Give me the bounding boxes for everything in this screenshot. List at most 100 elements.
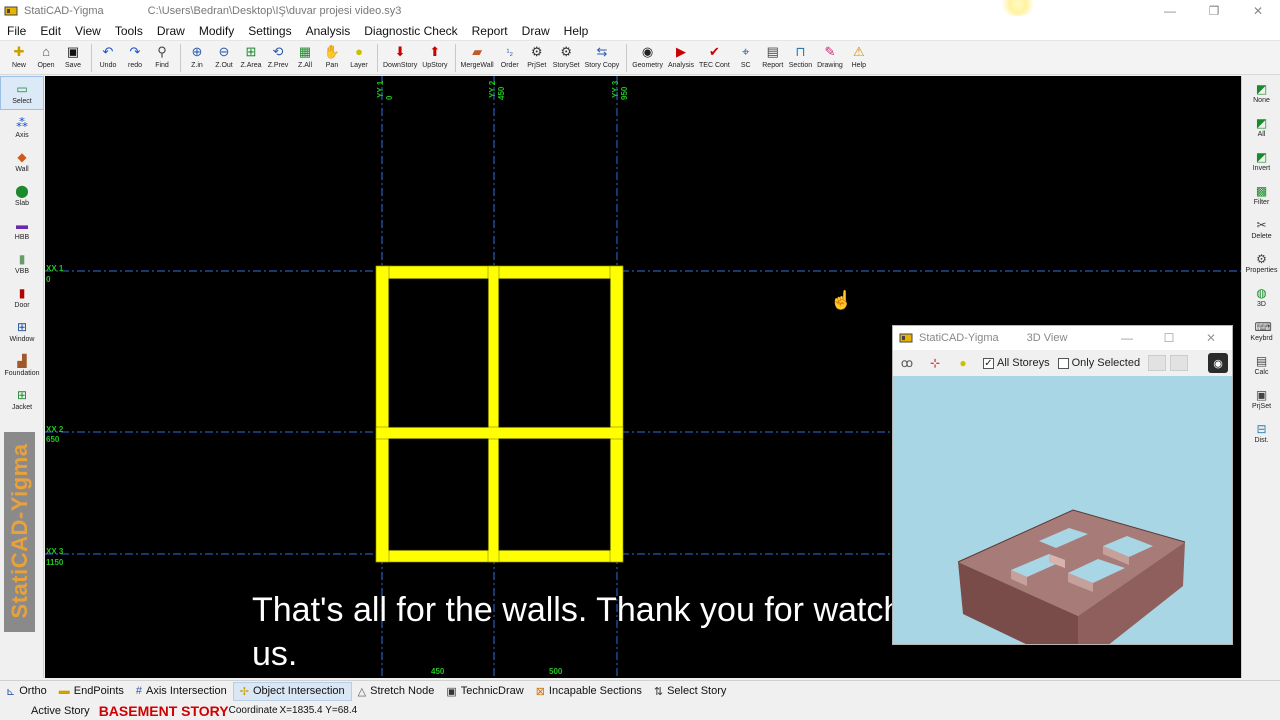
menu-file[interactable]: File [0, 22, 33, 41]
wall-top[interactable] [375, 265, 624, 280]
properties-button[interactable]: ⚙ Properties [1242, 246, 1280, 280]
3d-view-title: 3D View [1026, 332, 1068, 344]
only-selected-checkbox[interactable]: Only Selected [1057, 357, 1140, 369]
layer-bulb-icon: ● [355, 44, 363, 59]
undo-button[interactable]: ↶ Undo [97, 41, 119, 69]
maximize-button[interactable]: ❐ [1192, 0, 1236, 22]
distance-button[interactable]: ⊟ Dist. [1242, 416, 1280, 450]
project-settings-button[interactable]: ⚙ PrjSet [526, 41, 548, 69]
tec-control-button[interactable]: ✔ TEC Cont [699, 41, 730, 69]
menu-view[interactable]: View [68, 22, 108, 41]
walls[interactable] [375, 265, 624, 563]
zoom-all-button[interactable]: ▦ Z.All [294, 41, 316, 69]
tool-vbb[interactable]: ▮ VBB [0, 246, 44, 280]
3d-view-window[interactable]: StatiCAD-Yigma 3D View — ☐ ✕ ꝏ ⊹ ● ✓ All … [892, 325, 1233, 645]
tool-hbb[interactable]: ▬ HBB [0, 212, 44, 246]
section-button[interactable]: ⊓ Section [789, 41, 812, 69]
tool-door[interactable]: ▮ Door [0, 280, 44, 314]
tool-jacket[interactable]: ⊞ Jacket [0, 382, 44, 416]
incapable-sections-toggle[interactable]: ⊠ Incapable Sections [530, 682, 648, 701]
tool-wall[interactable]: ◆ Wall [0, 144, 44, 178]
axes-icon[interactable]: ⊹ [927, 355, 943, 371]
camera-icon[interactable]: ◉ [1208, 353, 1228, 373]
menu-edit[interactable]: Edit [33, 22, 68, 41]
layer-button[interactable]: ● Layer [348, 41, 370, 69]
3d-viewport[interactable] [893, 376, 1232, 644]
up-story-button[interactable]: ⬆ UpStory [422, 41, 447, 69]
ortho-toggle[interactable]: ⊾ Ortho [0, 682, 53, 701]
analysis-button[interactable]: ▶ Analysis [668, 41, 694, 69]
open-button[interactable]: ⌂ Open [35, 41, 57, 69]
new-button[interactable]: ✚ New [8, 41, 30, 69]
drawing-button[interactable]: ✎ Drawing [817, 41, 843, 69]
toolbar-separator [91, 44, 92, 72]
menu-draw-2[interactable]: Draw [515, 22, 557, 41]
select-all-button[interactable]: ◩ All [1242, 110, 1280, 144]
tool-axis[interactable]: ⁂ Axis [0, 110, 44, 144]
3d-view-button[interactable]: ◍ 3D [1242, 280, 1280, 314]
menu-help[interactable]: Help [557, 22, 596, 41]
zoom-prev-icon: ⟲ [272, 44, 284, 59]
menu-modify[interactable]: Modify [192, 22, 241, 41]
all-storeys-checkbox[interactable]: ✓ All Storeys [983, 357, 1050, 369]
story-settings-button[interactable]: ⚙ StorySet [553, 41, 580, 69]
help-button[interactable]: ⚠ Help [848, 41, 870, 69]
down-story-button[interactable]: ⬇ DownStory [383, 41, 417, 69]
sc-button[interactable]: ⌖ SC [735, 41, 757, 69]
light-bulb-icon[interactable]: ● [955, 355, 971, 371]
zoom-out-button[interactable]: ⊖ Z.Out [213, 41, 235, 69]
order-button[interactable]: ¹₂ Order [499, 41, 521, 69]
redo-button[interactable]: ↷ redo [124, 41, 146, 69]
merge-wall-button[interactable]: ▰ MergeWall [461, 41, 494, 69]
3d-view-title-bar[interactable]: StatiCAD-Yigma 3D View — ☐ ✕ [893, 326, 1232, 350]
menu-settings[interactable]: Settings [241, 22, 298, 41]
select-none-button[interactable]: ◩ None [1242, 76, 1280, 110]
delete-button[interactable]: ✂ Delete [1242, 212, 1280, 246]
filter-button[interactable]: ▩ Filter [1242, 178, 1280, 212]
menu-report[interactable]: Report [465, 22, 515, 41]
zoom-prev-button[interactable]: ⟲ Z.Prev [267, 41, 289, 69]
tool-slab[interactable]: ⬤ Slab [0, 178, 44, 212]
geometry-button[interactable]: ◉ Geometry [632, 41, 663, 69]
color-swatch-button-2[interactable] [1170, 355, 1189, 371]
wall-right[interactable] [609, 265, 624, 563]
endpoints-toggle[interactable]: ▬ EndPoints [53, 682, 130, 701]
keyboard-button[interactable]: ⌨ Keybrd [1242, 314, 1280, 348]
distance-icon: ⊟ [1256, 422, 1267, 436]
tool-select[interactable]: ▭ Select [0, 76, 44, 110]
save-button[interactable]: ▣ Save [62, 41, 84, 69]
3d-minimize-button[interactable]: — [1106, 326, 1148, 350]
wall-middle-vertical[interactable] [487, 265, 500, 563]
select-story-button[interactable]: ⇅ Select Story [648, 682, 733, 701]
menu-draw[interactable]: Draw [150, 22, 192, 41]
technic-draw-toggle[interactable]: ▣ TechnicDraw [440, 682, 529, 701]
minimize-button[interactable]: — [1148, 0, 1192, 22]
report-button[interactable]: ▤ Report [762, 41, 784, 69]
calculator-button[interactable]: ▤ Calc [1242, 348, 1280, 382]
object-intersection-toggle[interactable]: ✢ Object Intersection [232, 681, 352, 701]
3d-close-button[interactable]: ✕ [1190, 326, 1232, 350]
zoom-area-button[interactable]: ⊞ Z.Area [240, 41, 262, 69]
wall-bottom[interactable] [375, 549, 624, 563]
find-button[interactable]: ⚲ Find [151, 41, 173, 69]
ortho-icon: ⊾ [6, 685, 16, 698]
project-settings-right-button[interactable]: ▣ PrjSet [1242, 382, 1280, 416]
zoom-in-button[interactable]: ⊕ Z.in [186, 41, 208, 69]
tool-window[interactable]: ⊞ Window [0, 314, 44, 348]
wall-left[interactable] [375, 265, 390, 563]
stretch-node-toggle[interactable]: △ Stretch Node [352, 682, 441, 701]
story-copy-button[interactable]: ⇆ Story Copy [585, 41, 620, 69]
menu-analysis[interactable]: Analysis [299, 22, 358, 41]
axis-label-yy2: YY 2 [488, 80, 497, 98]
axis-intersection-toggle[interactable]: # Axis Intersection [130, 682, 233, 701]
menu-diagnostic-check[interactable]: Diagnostic Check [357, 22, 464, 41]
menu-tools[interactable]: Tools [108, 22, 150, 41]
pan-button[interactable]: ✋ Pan [321, 41, 343, 69]
close-button[interactable]: ✕ [1236, 0, 1280, 22]
color-swatch-button[interactable] [1148, 355, 1167, 371]
view-glasses-icon[interactable]: ꝏ [899, 355, 915, 371]
invert-selection-button[interactable]: ◩ Invert [1242, 144, 1280, 178]
wall-middle-horizontal[interactable] [375, 426, 624, 440]
3d-maximize-button[interactable]: ☐ [1148, 326, 1190, 350]
tool-foundation[interactable]: ▟ Foundation [0, 348, 44, 382]
